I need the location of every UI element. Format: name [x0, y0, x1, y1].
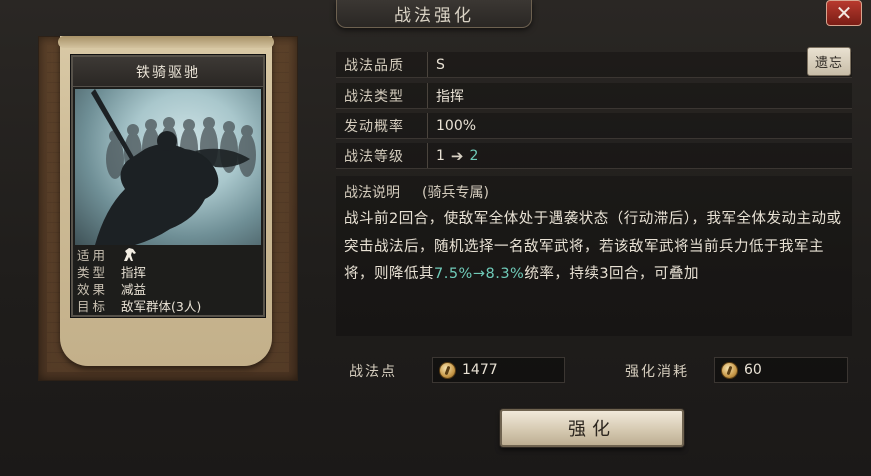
arrow-right-icon: ➔	[450, 146, 464, 165]
skill-card: 铁骑驱驰 适用 类型 指挥 效果 减益 目标 敌军群体(3人)	[71, 55, 265, 317]
card-key: 类型	[77, 265, 109, 280]
card-key: 适用	[77, 248, 109, 263]
window-title: 战法强化	[394, 6, 474, 26]
window-title-plate: 战法强化	[336, 0, 532, 28]
card-row-effect: 效果 减益	[77, 281, 261, 298]
card-row-applicable: 适用	[77, 247, 261, 264]
horse-icon	[124, 248, 136, 261]
card-key: 效果	[77, 282, 109, 297]
card-value: 敌军群体(3人)	[121, 299, 202, 314]
card-key: 目标	[77, 299, 109, 314]
upgrade-cost-value: 60	[744, 362, 762, 378]
skill-artwork	[75, 89, 261, 245]
skill-point-coin-icon	[721, 361, 738, 379]
description-tag: (骑兵专属)	[422, 185, 489, 201]
skill-name: 铁骑驱驰	[136, 64, 200, 81]
card-row-type: 类型 指挥	[77, 264, 261, 281]
skill-description-box: 战法说明 (骑兵专属) 战斗前2回合，使敌军全体处于遇袭状态（行动滞后），我军全…	[336, 176, 852, 336]
description-label: 战法说明	[344, 185, 400, 201]
skill-card-title: 铁骑驱驰	[73, 57, 263, 87]
upgrade-button[interactable]: 强化	[500, 409, 684, 447]
skill-points-box: 1477	[432, 357, 565, 383]
skill-point-coin-icon	[439, 361, 456, 379]
type-value: 指挥	[436, 88, 464, 105]
scroll-rod	[58, 36, 274, 48]
description-highlight: 7.5%→8.3%	[434, 266, 525, 282]
row-trigger-rate: 发动概率 100%	[336, 113, 852, 139]
card-value: 指挥	[121, 265, 147, 280]
forget-button[interactable]: 遗忘	[807, 47, 851, 76]
level-to: 2	[469, 147, 479, 164]
skill-card-info: 适用 类型 指挥 效果 减益 目标 敌军群体(3人)	[77, 247, 261, 315]
quality-value: S	[436, 56, 445, 73]
row-skill-quality: 战法品质 S	[336, 52, 852, 78]
rate-label: 发动概率	[336, 113, 428, 138]
row-skill-type: 战法类型 指挥	[336, 83, 852, 109]
skill-upgrade-window: 战法强化 ✕ 铁骑驱驰 适用 类型 指挥 效果 减益 目标 敌军群体(3人) 战…	[0, 0, 871, 476]
skill-points-label: 战法点	[349, 364, 397, 380]
upgrade-cost-label: 强化消耗	[625, 364, 689, 380]
level-from: 1	[436, 147, 445, 164]
card-value	[121, 247, 139, 264]
cavalry-artwork-image	[91, 89, 256, 245]
level-value: 1 ➔ 2	[428, 147, 478, 165]
close-icon: ✕	[835, 1, 853, 25]
description-text: 战斗前2回合，使敌军全体处于遇袭状态（行动滞后），我军全体发动主动或突击战法后，…	[344, 206, 844, 289]
quality-label: 战法品质	[336, 52, 428, 77]
description-header: 战法说明 (骑兵专属)	[344, 182, 489, 202]
skill-points-value: 1477	[462, 362, 498, 378]
description-part2: 统率，持续3回合，可叠加	[524, 266, 700, 282]
row-skill-level: 战法等级 1 ➔ 2	[336, 143, 852, 169]
level-label: 战法等级	[336, 143, 428, 168]
close-button[interactable]: ✕	[826, 0, 862, 26]
rate-value: 100%	[436, 117, 477, 134]
upgrade-cost-box: 60	[714, 357, 848, 383]
card-value: 减益	[121, 282, 147, 297]
type-label: 战法类型	[336, 83, 428, 108]
card-row-target: 目标 敌军群体(3人)	[77, 298, 261, 315]
